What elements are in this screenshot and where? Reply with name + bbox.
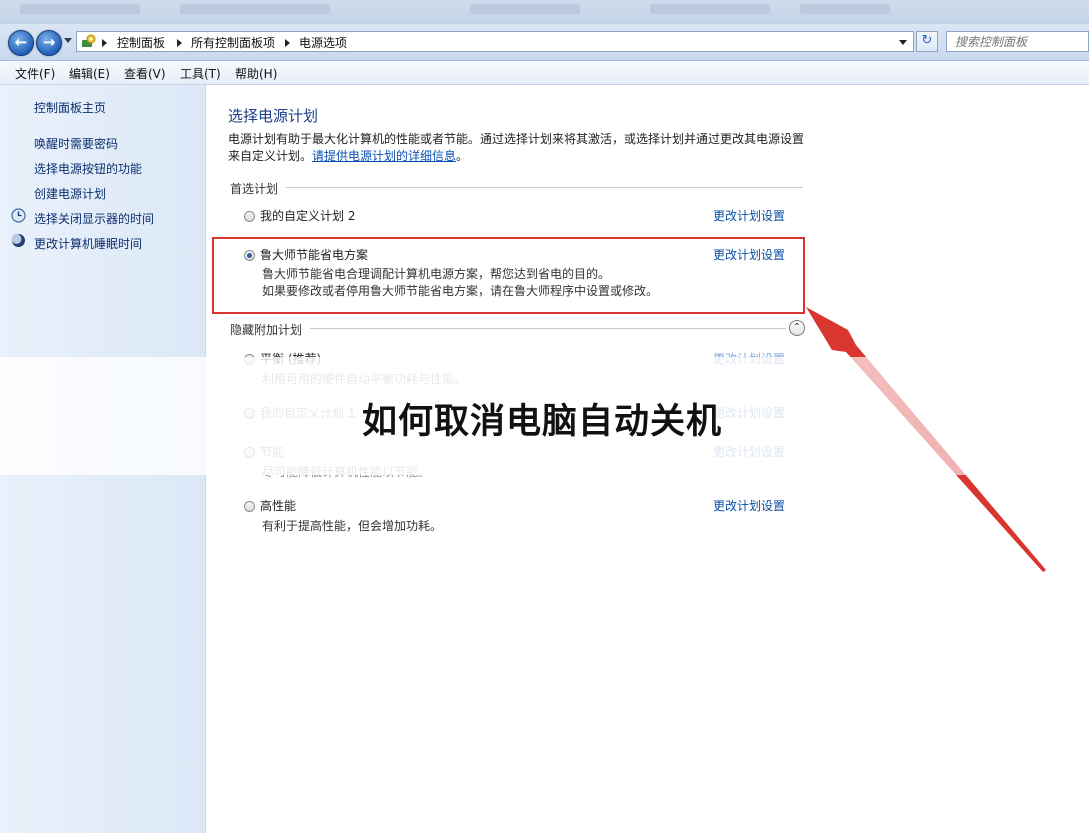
overlay-caption: 如何取消电脑自动关机 [362, 402, 723, 442]
